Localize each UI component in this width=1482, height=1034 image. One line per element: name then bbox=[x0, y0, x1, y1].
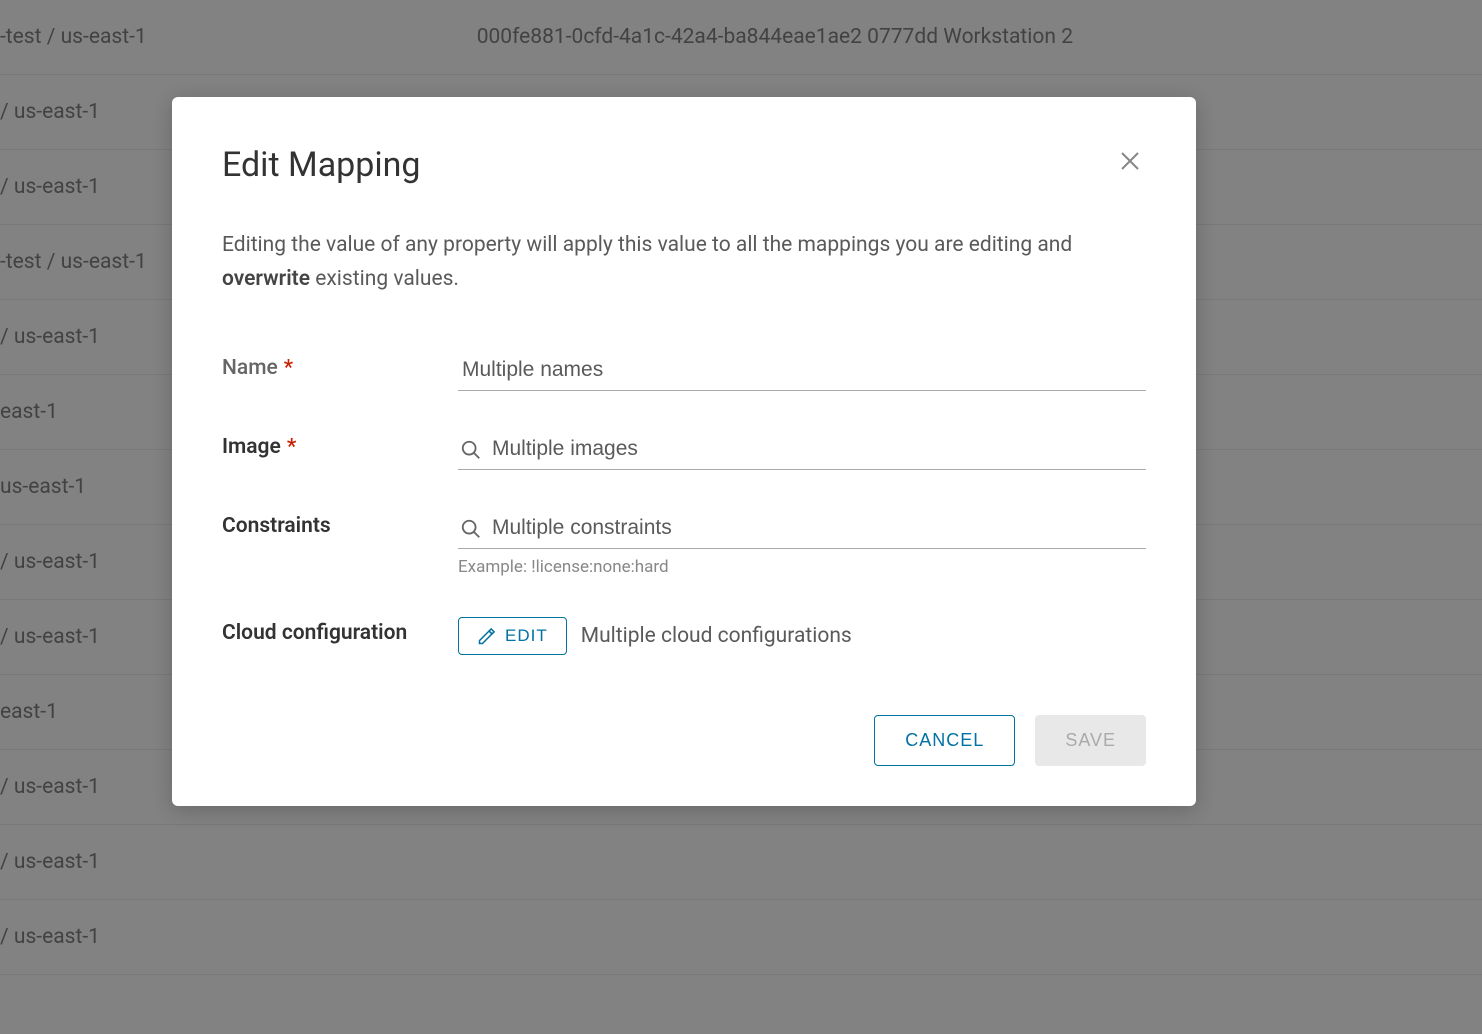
cancel-button[interactable]: CANCEL bbox=[874, 715, 1015, 766]
name-label-text: Name bbox=[222, 356, 278, 380]
search-icon bbox=[460, 518, 482, 540]
modal-header: Edit Mapping bbox=[222, 145, 1146, 185]
description-text-2: existing values. bbox=[310, 267, 459, 291]
modal-footer: CANCEL SAVE bbox=[222, 715, 1146, 766]
search-icon bbox=[460, 439, 482, 461]
close-button[interactable] bbox=[1114, 145, 1146, 182]
image-input-container bbox=[458, 431, 1146, 470]
name-label: Name* bbox=[222, 352, 458, 380]
name-input[interactable] bbox=[458, 352, 1146, 391]
image-label-text: Image bbox=[222, 435, 281, 459]
edit-button-label: EDIT bbox=[505, 626, 548, 646]
image-row: Image* bbox=[222, 431, 1146, 470]
edit-mapping-modal: Edit Mapping Editing the value of any pr… bbox=[172, 97, 1196, 806]
constraints-hint: Example: !license:none:hard bbox=[458, 557, 1146, 577]
modal-description: Editing the value of any property will a… bbox=[222, 229, 1146, 296]
cloud-config-label: Cloud configuration bbox=[222, 617, 458, 645]
close-icon bbox=[1118, 149, 1142, 173]
cloud-config-field-wrapper: EDIT Multiple cloud configurations bbox=[458, 617, 1146, 655]
modal-title: Edit Mapping bbox=[222, 145, 421, 185]
constraints-field-wrapper: Example: !license:none:hard bbox=[458, 510, 1146, 577]
name-field-wrapper bbox=[458, 352, 1146, 391]
image-input[interactable] bbox=[492, 431, 1146, 469]
cloud-config-text: Multiple cloud configurations bbox=[581, 624, 852, 648]
constraints-label: Constraints bbox=[222, 510, 458, 538]
constraints-label-text: Constraints bbox=[222, 514, 331, 538]
required-indicator: * bbox=[284, 356, 293, 380]
cloud-config-content: EDIT Multiple cloud configurations bbox=[458, 617, 1146, 655]
pencil-icon bbox=[477, 626, 497, 646]
required-indicator: * bbox=[287, 435, 296, 459]
save-button[interactable]: SAVE bbox=[1035, 715, 1146, 766]
edit-cloud-config-button[interactable]: EDIT bbox=[458, 617, 567, 655]
constraints-input[interactable] bbox=[492, 510, 1146, 548]
constraints-row: Constraints Example: !license:none:hard bbox=[222, 510, 1146, 577]
image-field-wrapper bbox=[458, 431, 1146, 470]
cloud-config-row: Cloud configuration EDIT Multiple cloud … bbox=[222, 617, 1146, 655]
image-label: Image* bbox=[222, 431, 458, 459]
description-text-1: Editing the value of any property will a… bbox=[222, 233, 1072, 257]
description-bold: overwrite bbox=[222, 267, 310, 291]
constraints-input-container bbox=[458, 510, 1146, 549]
name-row: Name* bbox=[222, 352, 1146, 391]
